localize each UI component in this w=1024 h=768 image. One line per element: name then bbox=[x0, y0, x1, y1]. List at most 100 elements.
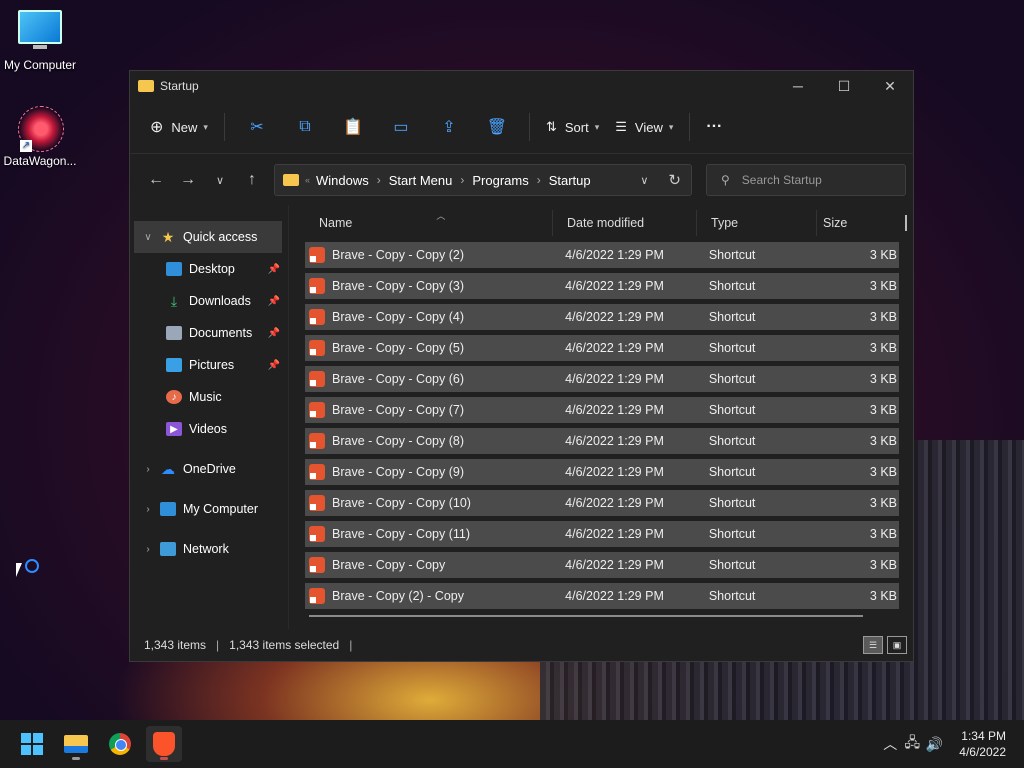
file-explorer-window: Startup ─ ☐ ✕ ⊕ New ▾ ✂ ⧉ 📋 ▭ ⇪ 🗑 ⇅ Sort… bbox=[129, 70, 914, 662]
title-bar[interactable]: Startup ─ ☐ ✕ bbox=[130, 71, 913, 101]
column-header-size[interactable]: Size bbox=[817, 210, 897, 236]
type-cell: Shortcut bbox=[708, 248, 756, 262]
column-header-date[interactable]: Date modified bbox=[553, 210, 697, 236]
details-view-icon[interactable]: ☰ bbox=[863, 636, 883, 654]
delete-icon[interactable]: 🗑 bbox=[481, 111, 513, 143]
table-row[interactable]: Brave - Copy - Copy (8) 4/6/2022 1:29 PM S… bbox=[305, 428, 899, 454]
sort-label: Sort bbox=[564, 119, 589, 135]
sort-up-icon: ︿ bbox=[436, 210, 446, 221]
breadcrumb-item[interactable]: Programs bbox=[472, 173, 528, 188]
taskbar-file-explorer[interactable] bbox=[58, 726, 94, 762]
forward-arrow-icon[interactable]: → bbox=[172, 171, 204, 189]
clock[interactable]: 1:34 PM 4/6/2022 bbox=[959, 728, 1006, 760]
breadcrumb-chevron-icon[interactable]: › bbox=[377, 173, 381, 187]
breadcrumb-chevron-icon[interactable]: › bbox=[460, 173, 464, 187]
nav-music[interactable]: ♪ Music bbox=[130, 381, 288, 413]
file-name-cell: Brave - Copy - Copy (2) bbox=[305, 247, 561, 263]
paste-icon[interactable]: 📋 bbox=[337, 111, 369, 143]
nav-desktop[interactable]: Desktop 📌 bbox=[130, 253, 288, 285]
recent-chevron-icon[interactable]: ∨ bbox=[204, 174, 236, 187]
nav-label: My Computer bbox=[183, 502, 259, 516]
type-cell: Shortcut bbox=[708, 558, 756, 572]
chevron-up-icon[interactable]: ︿ bbox=[879, 734, 901, 754]
breadcrumb-item[interactable]: Start Menu bbox=[389, 173, 453, 188]
loading-spinner-icon bbox=[25, 559, 39, 573]
type-cell: Shortcut bbox=[708, 372, 756, 386]
nav-videos[interactable]: ▶ Videos bbox=[130, 413, 288, 445]
search-input[interactable]: ⚲ Search Startup bbox=[706, 164, 906, 196]
desktop-icon-my-computer[interactable]: My Computer bbox=[0, 10, 80, 72]
copy-icon[interactable]: ⧉ bbox=[289, 111, 321, 143]
table-row[interactable]: Brave - Copy - Copy (6) 4/6/2022 1:29 PM S… bbox=[305, 366, 899, 392]
breadcrumb-item[interactable]: Startup bbox=[549, 173, 591, 188]
file-name: Brave - Copy - Copy (9) bbox=[332, 465, 464, 479]
new-label: New bbox=[171, 119, 198, 135]
file-name: Brave - Copy - Copy bbox=[332, 558, 446, 572]
address-bar[interactable]: « Windows › Start Menu › Programs › Star… bbox=[274, 164, 692, 196]
horizontal-scrollbar[interactable] bbox=[309, 615, 863, 617]
overflow-chevron-icon[interactable]: « bbox=[305, 175, 310, 185]
table-row[interactable]: Brave - Copy - Copy (4) 4/6/2022 1:29 PM S… bbox=[305, 304, 899, 330]
up-arrow-icon[interactable]: ↑ bbox=[236, 171, 268, 189]
vertical-scrollbar[interactable] bbox=[905, 215, 907, 231]
minimize-button[interactable]: ─ bbox=[775, 71, 821, 101]
tiles-view-icon[interactable]: ▣ bbox=[887, 636, 907, 654]
rename-icon[interactable]: ▭ bbox=[385, 111, 417, 143]
taskbar-chrome[interactable] bbox=[102, 726, 138, 762]
column-header-type[interactable]: Type bbox=[697, 210, 817, 236]
nav-label: Network bbox=[183, 542, 229, 556]
new-button[interactable]: ⊕ New ▾ bbox=[142, 111, 216, 143]
table-row[interactable]: Brave - Copy - Copy (3) 4/6/2022 1:29 PM S… bbox=[305, 273, 899, 299]
toolbar-divider bbox=[689, 113, 691, 141]
network-status-icon[interactable]: 🖧 bbox=[901, 732, 923, 756]
table-row[interactable]: Brave - Copy - Copy (9) 4/6/2022 1:29 PM S… bbox=[305, 459, 899, 485]
table-row[interactable]: Brave - Copy - Copy 4/6/2022 1:29 PM Short… bbox=[305, 552, 899, 578]
column-header-name[interactable]: Name ︿ bbox=[305, 210, 553, 236]
nav-label: Documents bbox=[189, 326, 253, 340]
shortcut-arrow-icon: ↗ bbox=[20, 140, 32, 152]
window-controls: ─ ☐ ✕ bbox=[775, 71, 913, 101]
chevron-down-icon: ▾ bbox=[594, 121, 600, 132]
sort-button[interactable]: ⇅ Sort ▾ bbox=[538, 111, 607, 143]
desktop-icon-datawagon[interactable]: ↗ DataWagon... bbox=[0, 106, 80, 168]
nav-network[interactable]: › Network bbox=[130, 533, 288, 565]
close-button[interactable]: ✕ bbox=[867, 71, 913, 101]
table-row[interactable]: Brave - Copy - Copy (11) 4/6/2022 1:29 PM… bbox=[305, 521, 899, 547]
file-name: Brave - Copy - Copy (7) bbox=[332, 403, 464, 417]
table-row[interactable]: Brave - Copy - Copy (7) 4/6/2022 1:29 PM S… bbox=[305, 397, 899, 423]
type-cell: Shortcut bbox=[708, 527, 756, 541]
nav-my-computer[interactable]: › My Computer bbox=[130, 493, 288, 525]
nav-onedrive[interactable]: › ☁ OneDrive bbox=[130, 453, 288, 485]
column-headers: Name ︿ Date modified Type Size bbox=[305, 205, 899, 241]
address-dropdown-icon[interactable]: ∨ bbox=[640, 174, 648, 187]
taskbar-brave[interactable] bbox=[146, 726, 182, 762]
start-button[interactable] bbox=[14, 726, 50, 762]
plus-circle-icon: ⊕ bbox=[150, 119, 164, 136]
nav-documents[interactable]: Documents 📌 bbox=[130, 317, 288, 349]
expand-chevron-icon[interactable]: › bbox=[140, 504, 156, 515]
nav-quick-access[interactable]: ∨ ★ Quick access bbox=[134, 221, 282, 253]
brave-shortcut-icon bbox=[309, 495, 325, 511]
expand-chevron-icon[interactable]: ∨ bbox=[140, 232, 156, 243]
view-button[interactable]: ☰ View ▾ bbox=[607, 111, 681, 143]
file-name-cell: Brave - Copy - Copy (8) bbox=[305, 433, 561, 449]
expand-chevron-icon[interactable]: › bbox=[140, 464, 156, 475]
more-options-button[interactable]: ··· bbox=[698, 111, 730, 143]
table-row[interactable]: Brave - Copy - Copy (10) 4/6/2022 1:29 PM… bbox=[305, 490, 899, 516]
expand-chevron-icon[interactable]: › bbox=[140, 544, 156, 555]
back-arrow-icon[interactable]: ← bbox=[140, 171, 172, 189]
breadcrumb-item[interactable]: Windows bbox=[316, 173, 369, 188]
breadcrumb-chevron-icon[interactable]: › bbox=[537, 173, 541, 187]
nav-pictures[interactable]: Pictures 📌 bbox=[130, 349, 288, 381]
refresh-icon[interactable]: ↻ bbox=[668, 171, 681, 189]
table-row[interactable]: Brave - Copy - Copy (5) 4/6/2022 1:29 PM S… bbox=[305, 335, 899, 361]
volume-icon[interactable]: 🔊 bbox=[923, 736, 945, 753]
table-row[interactable]: Brave - Copy - Copy (2) 4/6/2022 1:29 PM S… bbox=[305, 242, 899, 268]
maximize-button[interactable]: ☐ bbox=[821, 71, 867, 101]
type-cell: Shortcut bbox=[708, 341, 756, 355]
table-row[interactable]: Brave - Copy (2) - Copy 4/6/2022 1:29 PM S… bbox=[305, 583, 899, 609]
share-icon[interactable]: ⇪ bbox=[433, 111, 465, 143]
nav-downloads[interactable]: ⤓ Downloads 📌 bbox=[130, 285, 288, 317]
date-modified-cell: 4/6/2022 1:29 PM bbox=[565, 558, 664, 572]
cut-icon[interactable]: ✂ bbox=[241, 111, 273, 143]
